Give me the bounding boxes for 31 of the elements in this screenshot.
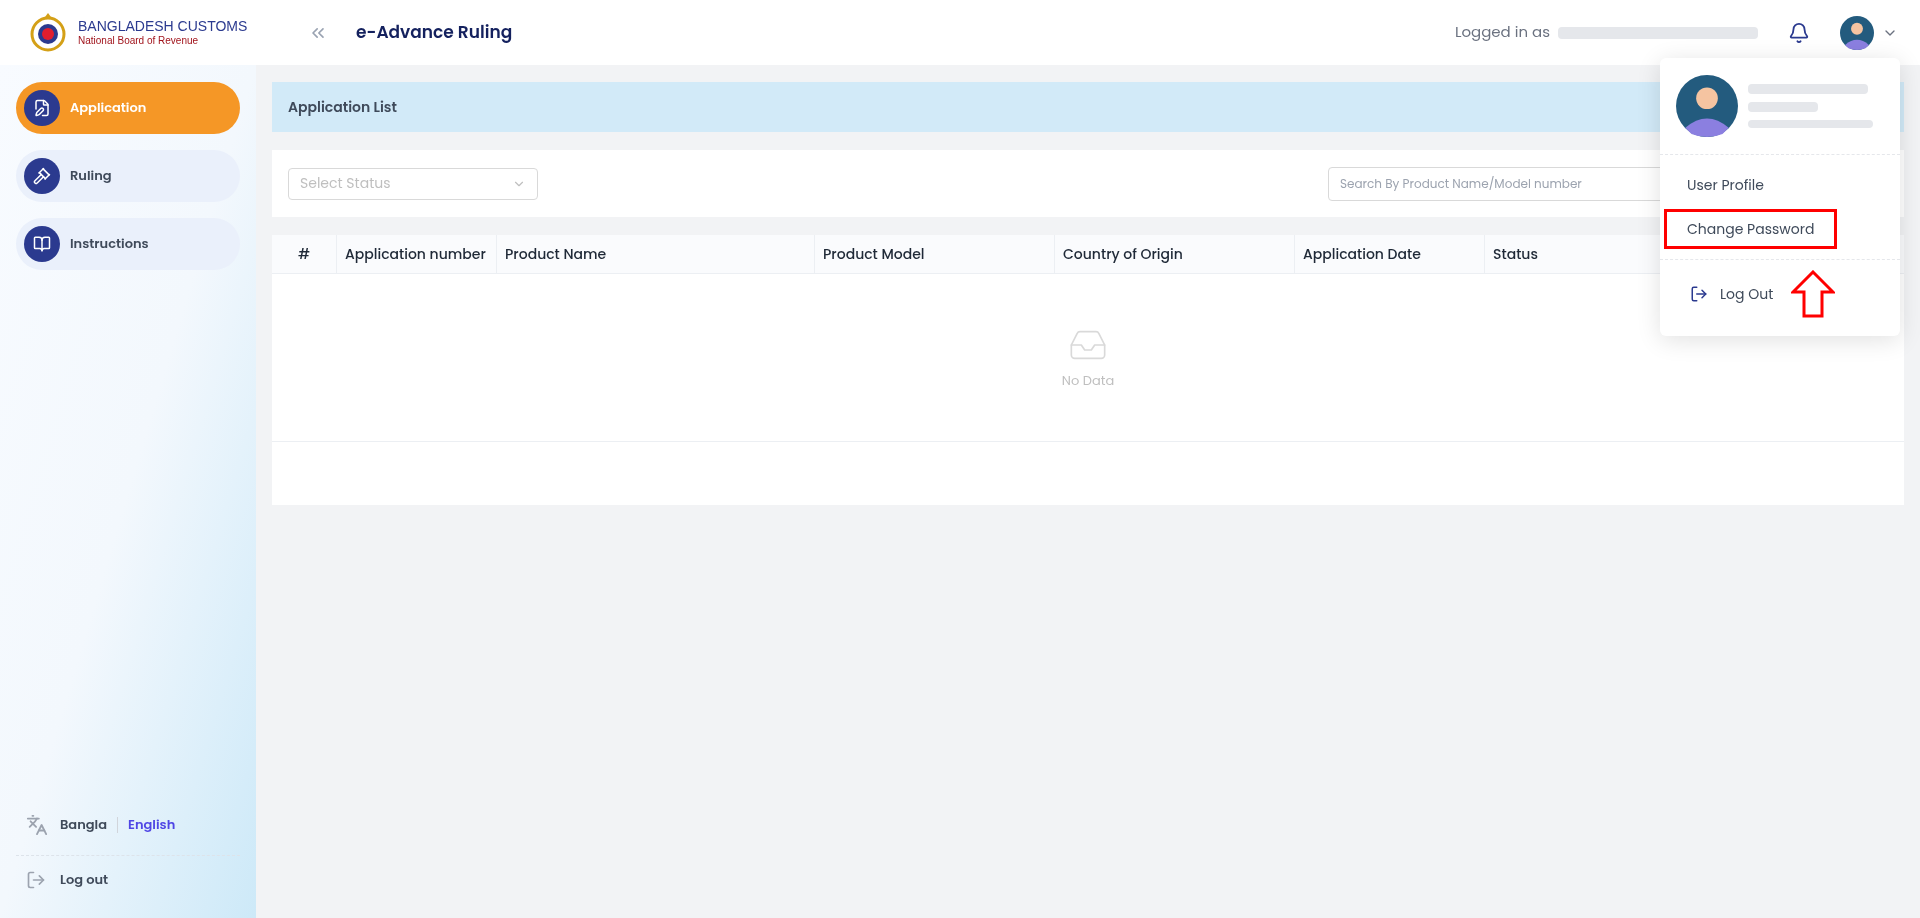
user-avatar[interactable]	[1676, 75, 1738, 137]
column-header: Product Name	[505, 243, 607, 265]
column-header: Status	[1493, 243, 1538, 265]
translate-icon	[26, 814, 48, 836]
sidebar-nav-item[interactable]: Ruling	[16, 150, 240, 202]
nav-icon	[33, 167, 51, 185]
logo-subtitle: National Board of Revenue	[78, 35, 200, 48]
column-header: Country of Origin	[1063, 243, 1183, 265]
column-header: Application Date	[1303, 243, 1421, 265]
language-option[interactable]: Bangla	[60, 815, 107, 835]
empty-text: No Data	[1061, 370, 1115, 391]
user-avatar[interactable]	[1840, 15, 1874, 50]
logout-icon	[26, 870, 46, 890]
menu-logout-button[interactable]: Log Out	[1690, 283, 1774, 305]
nav-icon	[33, 99, 51, 117]
page-title: Application List	[288, 96, 397, 118]
app-title: e-Advance Ruling	[356, 19, 513, 46]
column-header: Product Model	[823, 243, 925, 265]
logout-icon	[1690, 285, 1708, 303]
menu-item[interactable]: Change Password	[1664, 209, 1838, 249]
annotation-arrow-icon	[1791, 270, 1836, 318]
logged-in-label: Logged in as	[1454, 21, 1550, 44]
column-header: Application number	[345, 243, 486, 265]
nav-icon	[33, 235, 51, 253]
sidebar-nav-item[interactable]: Instructions	[16, 218, 240, 270]
logo-title: BANGLADESH CUSTOMS	[78, 17, 248, 35]
redacted-name-bar	[1748, 102, 1818, 112]
notification-bell-icon[interactable]	[1788, 21, 1810, 44]
column-header: #	[297, 243, 311, 265]
language-option[interactable]: English	[128, 815, 176, 835]
sidebar-logout-button[interactable]: Log out	[16, 856, 240, 904]
